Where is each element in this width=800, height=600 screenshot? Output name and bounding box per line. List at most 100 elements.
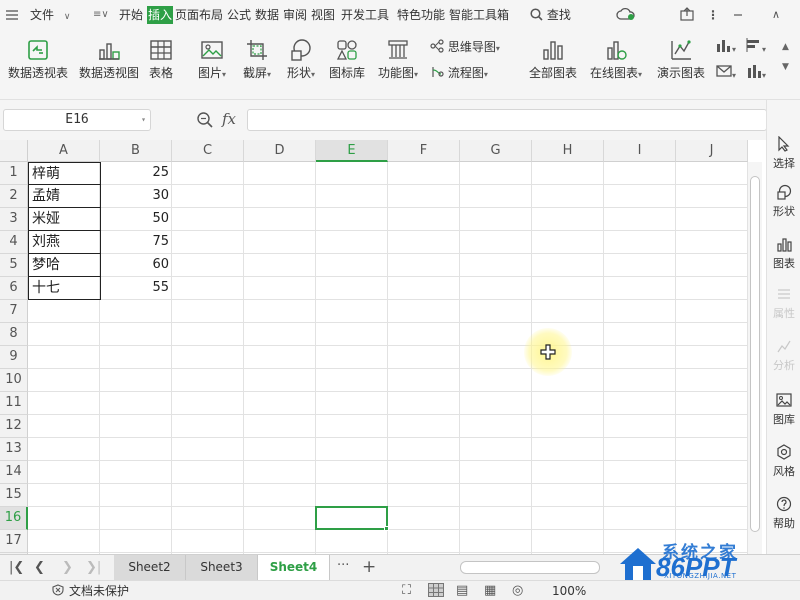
row-header-2[interactable]: 2	[0, 185, 28, 208]
column-header-f[interactable]: F	[388, 140, 460, 162]
pane-gallery-button[interactable]: 图库	[767, 392, 800, 427]
line-chart-dropdown[interactable]: ▾	[746, 38, 766, 56]
row-header-12[interactable]: 12	[0, 415, 28, 438]
column-header-j[interactable]: J	[676, 140, 748, 162]
cell-a1[interactable]: 梓萌	[28, 162, 101, 185]
cloud-sync-icon[interactable]	[616, 0, 636, 30]
scrollbar-thumb[interactable]	[750, 176, 760, 532]
tab-6[interactable]: 视图	[311, 6, 335, 24]
row-header-9[interactable]: 9	[0, 346, 28, 369]
column-header-a[interactable]: A	[28, 140, 100, 162]
cell-a2[interactable]: 孟婧	[28, 184, 101, 208]
first-sheet-icon[interactable]: |❮	[9, 560, 24, 575]
tab-1[interactable]: 插入	[147, 6, 174, 24]
fullscreen-icon[interactable]: ⛶	[402, 583, 411, 599]
vertical-scrollbar[interactable]	[748, 162, 762, 554]
row-header-6[interactable]: 6	[0, 277, 28, 300]
column-header-e[interactable]: E	[316, 140, 388, 162]
more-icon[interactable]: ⋮	[707, 0, 719, 30]
demo-chart-button[interactable]: 演示图表	[654, 38, 708, 80]
search-menu[interactable]: 查找	[530, 0, 571, 30]
sheet-tab-sheet2[interactable]: Sheet2	[114, 555, 186, 580]
share-icon[interactable]	[680, 0, 694, 30]
page-layout-view-icon[interactable]: ▤	[456, 583, 468, 599]
column-header-h[interactable]: H	[532, 140, 604, 162]
cell-a3[interactable]: 米娅	[28, 207, 101, 231]
minimize-icon[interactable]	[732, 0, 744, 30]
tab-7[interactable]: 开发工具	[341, 6, 389, 24]
pane-chart-button[interactable]: 图表	[767, 236, 800, 271]
column-header-g[interactable]: G	[460, 140, 532, 162]
column-header-c[interactable]: C	[172, 140, 244, 162]
sheet-tab-sheet4[interactable]: Sheet4	[258, 555, 330, 580]
add-sheet-icon[interactable]: +	[362, 557, 376, 577]
row-header-14[interactable]: 14	[0, 461, 28, 484]
tab-3[interactable]: 公式	[227, 6, 251, 24]
tab-9[interactable]: 智能工具箱	[449, 6, 509, 24]
all-charts-button[interactable]: 全部图表	[527, 38, 579, 80]
table-button[interactable]: 表格	[146, 38, 176, 80]
last-sheet-icon[interactable]: ❯|	[86, 560, 101, 575]
cell-b6[interactable]: 55	[100, 277, 172, 300]
tab-5[interactable]: 审阅	[283, 6, 307, 24]
online-chart-button[interactable]: 在线图表▾	[586, 38, 646, 82]
sheet-tab-sheet3[interactable]: Sheet3	[186, 555, 258, 580]
row-header-11[interactable]: 11	[0, 392, 28, 415]
selected-cell[interactable]	[315, 506, 388, 530]
tab-2[interactable]: 页面布局	[175, 6, 223, 24]
bar-chart-dropdown[interactable]: ▾	[716, 38, 736, 56]
cell-b2[interactable]: 30	[100, 185, 172, 208]
row-header-4[interactable]: 4	[0, 231, 28, 254]
pie-chart-dropdown[interactable]: ▾	[716, 64, 736, 82]
tab-0[interactable]: 开始	[119, 6, 143, 24]
protect-status[interactable]: 文档未保护	[52, 583, 129, 599]
fill-handle[interactable]	[384, 526, 389, 531]
horizontal-scrollbar[interactable]	[460, 561, 600, 574]
pivot-table-button[interactable]: 数据透视表	[5, 38, 71, 80]
column-header-d[interactable]: D	[244, 140, 316, 162]
row-header-15[interactable]: 15	[0, 484, 28, 507]
function-chart-button[interactable]: 功能图▾	[374, 38, 422, 82]
page-break-view-icon[interactable]: ▦	[484, 583, 496, 599]
row-header-7[interactable]: 7	[0, 300, 28, 323]
row-header-16[interactable]: 16	[0, 507, 28, 530]
cell-b1[interactable]: 25	[100, 162, 172, 185]
cell-a6[interactable]: 十七	[28, 276, 101, 300]
pane-shape-button[interactable]: 形状	[767, 184, 800, 219]
column-header-i[interactable]: I	[604, 140, 676, 162]
prev-sheet-icon[interactable]: ❮	[34, 560, 45, 575]
cell-b5[interactable]: 60	[100, 254, 172, 277]
row-header-13[interactable]: 13	[0, 438, 28, 461]
row-header-5[interactable]: 5	[0, 254, 28, 277]
pivot-chart-button[interactable]: 数据透视图	[77, 38, 141, 80]
tab-4[interactable]: 数据	[255, 6, 279, 24]
ribbon-scroll-up[interactable]: ▲	[782, 38, 789, 56]
cell-a5[interactable]: 梦哈	[28, 253, 101, 277]
pane-select-button[interactable]: 选择	[767, 136, 800, 171]
row-header-10[interactable]: 10	[0, 369, 28, 392]
normal-view-icon[interactable]	[428, 583, 444, 599]
cell-b3[interactable]: 50	[100, 208, 172, 231]
screenshot-button[interactable]: 截屏▾	[237, 38, 277, 82]
icon-library-button[interactable]: 图标库	[327, 38, 367, 80]
cell-a4[interactable]: 刘燕	[28, 230, 101, 254]
menu-grid-icon[interactable]	[6, 0, 22, 30]
function-icon[interactable]: fx	[222, 110, 236, 128]
tab-8[interactable]: 特色功能	[397, 6, 445, 24]
more-sheets-icon[interactable]: ···	[337, 558, 349, 573]
spreadsheet-grid[interactable]: ABCDEFGHIJ 12345678910111213141516171819…	[0, 140, 748, 554]
shape-button[interactable]: 形状▾	[281, 38, 321, 82]
select-all-corner[interactable]	[0, 140, 28, 162]
pane-style-button[interactable]: 风格	[767, 444, 800, 479]
row-header-8[interactable]: 8	[0, 323, 28, 346]
row-header-1[interactable]: 1	[0, 162, 28, 185]
ribbon-scroll-down[interactable]: ▼	[782, 58, 789, 76]
row-header-17[interactable]: 17	[0, 530, 28, 553]
cell-b4[interactable]: 75	[100, 231, 172, 254]
file-menu[interactable]: 文件 ∨	[30, 0, 70, 30]
mindmap-button[interactable]: 思维导图▾	[430, 38, 500, 56]
stock-chart-dropdown[interactable]: ▾	[746, 64, 766, 82]
picture-button[interactable]: 图片▾	[190, 38, 234, 82]
column-header-b[interactable]: B	[100, 140, 172, 162]
reading-mode-icon[interactable]: ◎	[512, 583, 523, 599]
